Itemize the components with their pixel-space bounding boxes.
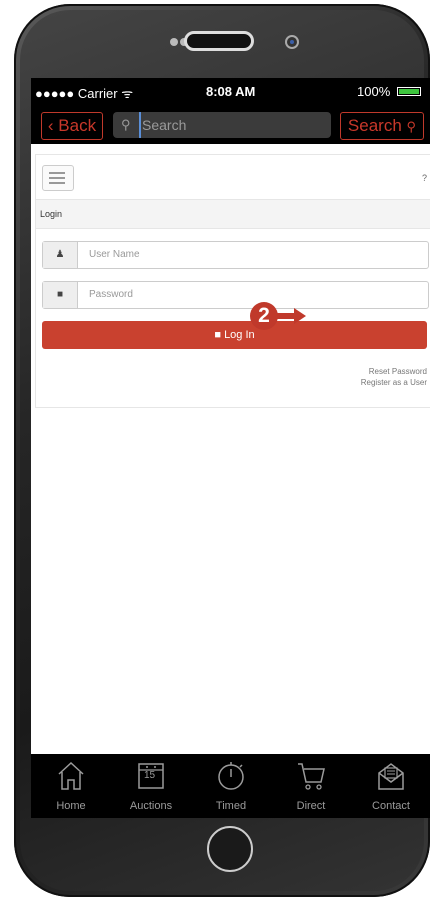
search-button[interactable]: Search ⚲ xyxy=(340,112,424,140)
username-placeholder: User Name xyxy=(89,249,140,260)
step-callout-badge: 2 xyxy=(250,302,278,330)
battery-icon xyxy=(397,87,421,96)
home-icon xyxy=(58,761,84,790)
search-input[interactable]: ⚲ Search xyxy=(113,112,331,138)
sensor-dot xyxy=(170,38,178,46)
tab-label: Timed xyxy=(215,800,247,812)
login-button-label: Log In xyxy=(224,329,255,341)
clock: 8:08 AM xyxy=(206,84,256,99)
search-icon: ⚲ xyxy=(406,119,417,134)
envelope-icon xyxy=(378,763,404,790)
tab-auctions[interactable]: 15 Auctions xyxy=(111,754,191,818)
register-link[interactable]: Register as a User xyxy=(361,378,427,387)
tab-timed[interactable]: Timed xyxy=(191,754,271,818)
battery-percent: 100% xyxy=(357,84,391,99)
carrier-label: ●●●●● Carrier ᯤ xyxy=(35,86,134,101)
login-button[interactable]: ■ Log In xyxy=(42,321,427,349)
username-field[interactable]: ♟ User Name xyxy=(42,241,429,269)
front-camera xyxy=(285,35,299,49)
menu-line xyxy=(49,177,65,179)
menu-line xyxy=(49,182,65,184)
section-title: Login xyxy=(40,209,63,219)
tab-contact[interactable]: Contact xyxy=(351,754,430,818)
cart-icon xyxy=(298,763,325,790)
tab-label: Auctions xyxy=(129,800,173,812)
stopwatch-icon xyxy=(218,762,244,790)
tab-label: Direct xyxy=(296,800,326,812)
callout-arrow-head xyxy=(294,308,306,324)
lock-icon: ■ xyxy=(214,329,221,341)
password-field[interactable]: ■ Password xyxy=(42,281,429,309)
home-hardware-button[interactable] xyxy=(207,826,253,872)
reset-password-link[interactable]: Reset Password xyxy=(369,367,427,376)
back-button[interactable]: ‹ Back xyxy=(41,112,103,140)
status-bar: ●●●●● Carrier ᯤ 8:08 AM 100% xyxy=(31,78,430,104)
help-icon[interactable]: ? xyxy=(422,173,427,183)
bottom-tab-bar: Home 15 Auctions Timed Direct Contact xyxy=(31,754,430,818)
login-section-header: Login xyxy=(36,199,430,229)
menu-line xyxy=(49,172,65,174)
tab-home[interactable]: Home xyxy=(31,754,111,818)
hamburger-menu-button[interactable] xyxy=(42,165,74,191)
search-button-label: Search xyxy=(347,116,402,135)
lock-icon: ■ xyxy=(43,282,78,308)
app-screen: ●●●●● Carrier ᯤ 8:08 AM 100% ‹ Back ⚲ Se… xyxy=(31,78,430,818)
tab-label: Home xyxy=(56,800,86,812)
page-content: ? Login ♟ User Name ■ Password ■ Log In … xyxy=(31,144,430,754)
calendar-badge: 15 xyxy=(144,770,156,781)
user-icon: ♟ xyxy=(43,242,78,268)
login-card: ? Login ♟ User Name ■ Password ■ Log In … xyxy=(35,154,430,408)
search-placeholder: Search xyxy=(139,112,186,138)
earpiece-speaker xyxy=(184,31,254,51)
search-icon: ⚲ xyxy=(121,117,131,132)
top-navbar: ‹ Back ⚲ Search Search ⚲ xyxy=(31,104,430,144)
tab-direct[interactable]: Direct xyxy=(271,754,351,818)
password-placeholder: Password xyxy=(89,289,133,300)
tab-label: Contact xyxy=(372,800,410,812)
